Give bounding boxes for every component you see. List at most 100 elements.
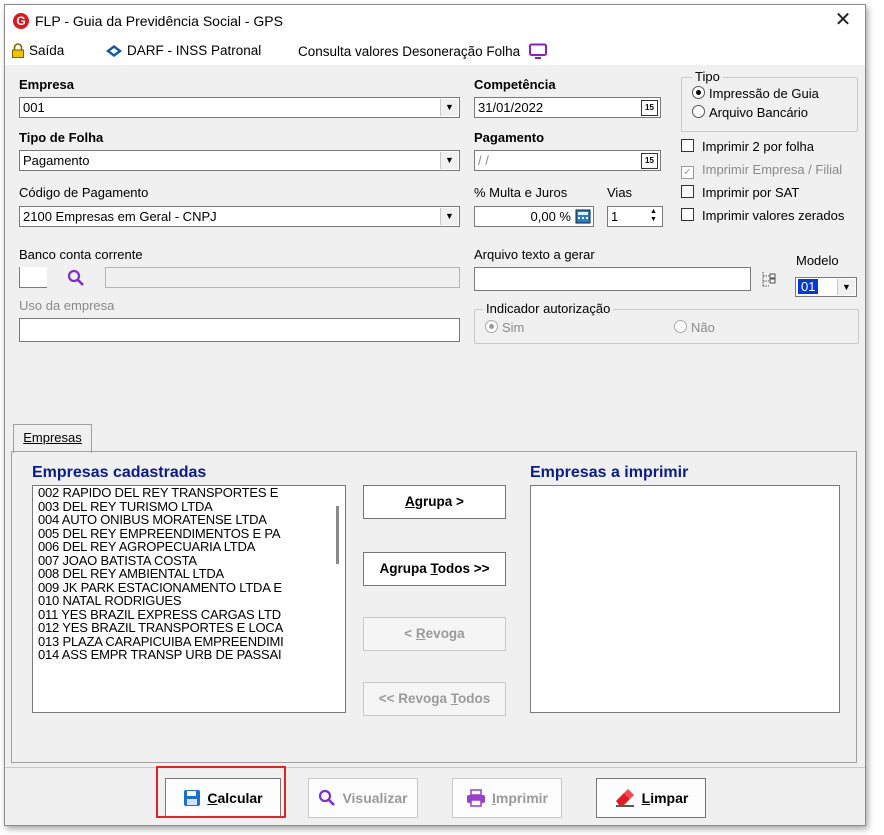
list-item[interactable]: 006 DEL REY AGROPECUARIA LTDA: [33, 540, 345, 554]
title-bar: G FLP - Guia da Previdência Social - GPS…: [5, 5, 865, 37]
revoga-pre: <: [404, 626, 416, 641]
sim-label: Sim: [502, 320, 525, 335]
list-item[interactable]: 007 JOAO BATISTA COSTA: [33, 553, 345, 568]
visualizar-button[interactable]: Visualizar: [308, 778, 418, 818]
saida-label: Saída: [29, 43, 65, 58]
chevron-down-icon[interactable]: ▼: [440, 99, 458, 116]
consulta-link[interactable]: Consulta valores Desoneração Folha: [298, 43, 548, 59]
limpar-mnemonic: L: [641, 790, 651, 806]
checkmark-icon: ✓: [681, 166, 694, 179]
folder-tree-icon[interactable]: [761, 271, 777, 289]
revoga-button[interactable]: < Revoga: [363, 617, 506, 651]
imprimir-button[interactable]: Imprimir: [452, 778, 562, 818]
impressao-label: Impressão de Guia: [709, 86, 819, 101]
list-item[interactable]: 009 JK PARK ESTACIONAMENTO LTDA E: [33, 580, 345, 595]
list-item[interactable]: 005 DEL REY EMPREENDIMENTOS E PA: [33, 526, 345, 541]
chevron-down-icon[interactable]: ▼: [440, 208, 458, 225]
tipo-title: Tipo: [692, 69, 723, 84]
imprimir-empresa-checkbox: ✓ Imprimir Empresa / Filial: [681, 162, 842, 179]
banco-label: Banco conta corrente: [19, 247, 143, 262]
revoga-todos-button[interactable]: << Revoga Todos: [363, 682, 506, 716]
banco-name-field: [105, 267, 460, 288]
imprimir-sat-checkbox[interactable]: Imprimir por SAT: [681, 185, 799, 200]
spin-arrows-icon[interactable]: ▲ ▼: [646, 208, 661, 225]
visualizar-label: Visualizar: [342, 790, 408, 806]
search-icon[interactable]: [67, 269, 85, 287]
limpar-label: impar: [650, 790, 689, 806]
list-item[interactable]: 010 NATAL RODRIGUES: [33, 594, 345, 608]
list-item[interactable]: 003 DEL REY TURISMO LTDA: [33, 499, 345, 514]
calendar-icon[interactable]: 15: [641, 153, 658, 169]
list-item[interactable]: 002 RAPIDO DEL REY TRANSPORTES E: [33, 486, 345, 500]
imprimir-empresa-label: Imprimir Empresa / Filial: [702, 162, 843, 177]
darf-link[interactable]: DARF - INSS Patronal: [105, 43, 261, 58]
empresas-cadastradas-list[interactable]: 002 RAPIDO DEL REY TRANSPORTES E 003 DEL …: [32, 485, 346, 713]
radio-icon: [692, 105, 705, 118]
tipo-group: Tipo Impressão de Guia Arquivo Bancário: [681, 69, 858, 132]
tab-empresas[interactable]: Empresas: [13, 424, 92, 453]
footer-bar: Calcular Visualizar Imprimir Limpar: [5, 767, 865, 826]
tipo-arquivo-radio[interactable]: Arquivo Bancário: [692, 105, 808, 120]
empresas-imprimir-list[interactable]: [530, 485, 840, 713]
empresas-cadastradas-title: Empresas cadastradas: [32, 464, 207, 481]
chevron-down-icon[interactable]: ▼: [837, 279, 855, 295]
indicador-group: Indicador autorização Sim Não: [474, 301, 859, 344]
list-item[interactable]: 011 YES BRAZIL EXPRESS CARGAS LTD: [33, 607, 345, 622]
empresas-tab-panel: Empresas cadastradas 002 RAPIDO DEL REY …: [11, 451, 857, 763]
tipo-folha-value: Pagamento: [23, 153, 90, 168]
imprimir-zerados-checkbox[interactable]: Imprimir valores zerados: [681, 208, 844, 223]
agrupa-todos-button[interactable]: Agrupa Todos >>: [363, 552, 506, 586]
list-item[interactable]: 004 AUTO ONIBUS MORATENSE LTDA: [33, 513, 345, 527]
agrupa-button[interactable]: Agrupa >: [363, 485, 506, 519]
scroll-thumb[interactable]: [336, 506, 339, 564]
uso-empresa-input[interactable]: [19, 318, 460, 342]
modelo-label: Modelo: [796, 253, 839, 268]
calculator-icon[interactable]: [575, 209, 591, 224]
checkbox-icon: [681, 208, 694, 221]
limpar-button[interactable]: Limpar: [596, 778, 706, 818]
vertical-scrollbar[interactable]: [330, 486, 345, 712]
vias-spinner[interactable]: 1 ▲ ▼: [607, 206, 663, 227]
imprimir-2-checkbox[interactable]: Imprimir 2 por folha: [681, 139, 814, 154]
radio-icon: [485, 320, 498, 333]
competencia-date-input[interactable]: 31/01/2022 15: [474, 97, 661, 118]
codigo-pagamento-combobox[interactable]: 2100 Empresas em Geral - CNPJ ▼: [19, 206, 460, 227]
calendar-icon[interactable]: 15: [641, 100, 658, 116]
indicador-title: Indicador autorização: [483, 301, 614, 316]
empresas-imprimir-title: Empresas a imprimir: [530, 464, 689, 481]
darf-label: DARF - INSS Patronal: [127, 43, 262, 58]
competencia-value: 31/01/2022: [478, 100, 544, 115]
chevron-down-icon[interactable]: ▼: [440, 152, 458, 169]
list-item[interactable]: 013 PLAZA CARAPICUIBA EMPREENDIMI: [33, 634, 345, 649]
list-item[interactable]: 008 DEL REY AMBIENTAL LTDA: [33, 567, 345, 581]
revoga-post: evoga: [425, 626, 465, 641]
tipo-impressao-radio[interactable]: Impressão de Guia: [692, 86, 819, 101]
arquivo-bancario-label: Arquivo Bancário: [709, 105, 808, 120]
modelo-combobox[interactable]: 01 ▼: [795, 277, 857, 297]
banco-code-input[interactable]: [19, 267, 47, 288]
codigo-pagamento-label: Código de Pagamento: [19, 185, 149, 200]
magnifier-icon: [319, 789, 336, 806]
list-items: 002 RAPIDO DEL REY TRANSPORTES E 003 DEL …: [33, 486, 345, 662]
saida-link[interactable]: Saída: [11, 43, 64, 58]
radio-icon: [674, 320, 687, 333]
empresa-label: Empresa: [19, 77, 74, 92]
list-item[interactable]: 014 ASS EMPR TRANSP URB DE PASSAI: [33, 648, 345, 662]
arquivo-label: Arquivo texto a gerar: [474, 247, 595, 262]
indicador-nao-radio: Não: [674, 320, 715, 335]
pagamento-value: / /: [478, 153, 489, 168]
multa-input[interactable]: 0,00 %: [474, 206, 594, 227]
arquivo-input[interactable]: [474, 267, 751, 291]
list-item[interactable]: 012 YES BRAZIL TRANSPORTES E LOCA: [33, 621, 345, 635]
close-button[interactable]: ✕: [821, 5, 865, 37]
indicador-sim-radio: Sim: [485, 320, 524, 335]
pagamento-label: Pagamento: [474, 130, 545, 145]
tipo-folha-combobox[interactable]: Pagamento ▼: [19, 150, 460, 171]
toolbar: Saída DARF - INSS Patronal Consulta valo…: [5, 37, 865, 65]
codigo-pagamento-value: 2100 Empresas em Geral - CNPJ: [23, 209, 217, 224]
revoga-mnemonic: R: [415, 626, 426, 641]
multa-label: % Multa e Juros: [474, 185, 568, 200]
app-logo-icon: G: [13, 13, 29, 29]
empresa-combobox[interactable]: 001 ▼: [19, 97, 460, 118]
pagamento-date-input[interactable]: / / 15: [474, 150, 661, 171]
